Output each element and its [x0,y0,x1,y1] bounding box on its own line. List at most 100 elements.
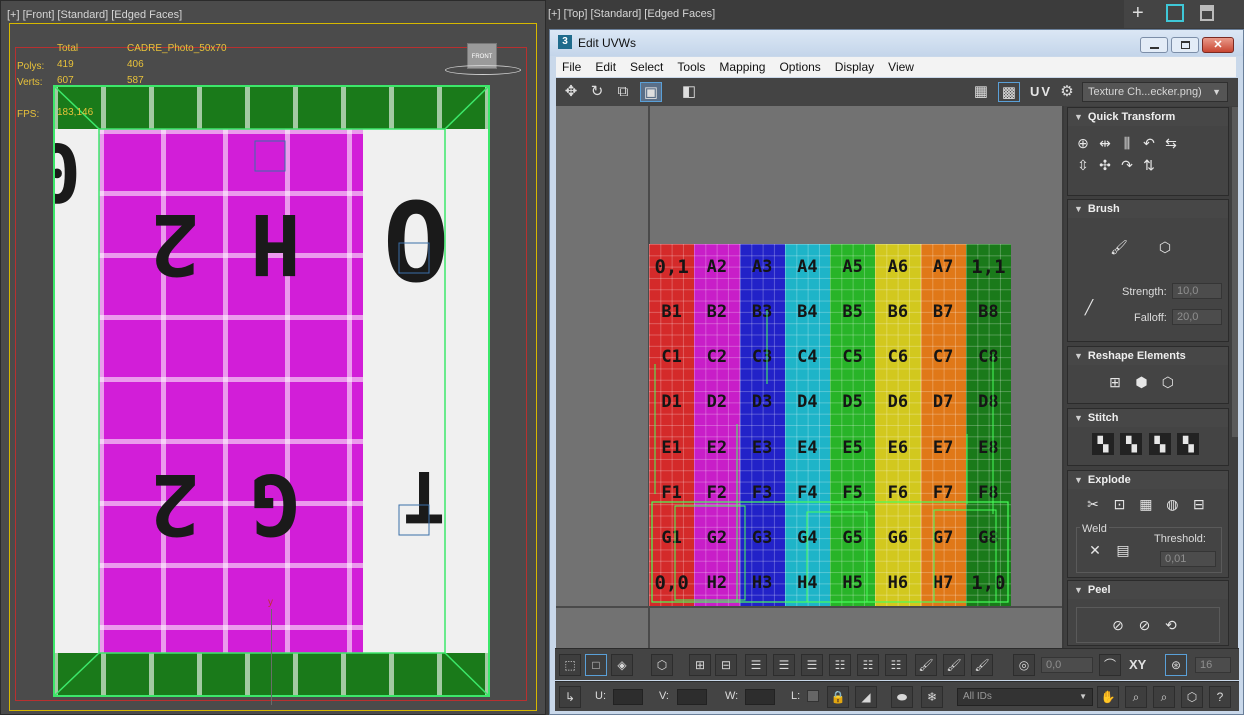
viewport-top-title[interactable]: [+] [Top] [Standard] [Edged Faces] [548,8,715,20]
align-v-icon[interactable]: ⇳ [1072,154,1094,176]
menu-options[interactable]: Options [779,60,820,74]
scale-icon[interactable]: ⧉ [612,82,634,102]
v-field[interactable] [677,689,707,705]
select-face-icon[interactable]: ◈ [611,654,633,676]
zoom-icon[interactable]: ⌕ [1125,686,1147,708]
mirror-icon[interactable]: ◧ [678,82,700,102]
flatten-by-material-icon[interactable]: ◍ [1161,493,1183,515]
loop-shrink-icon[interactable]: ☰ [773,654,795,676]
break-icon[interactable]: ✂ [1082,493,1104,515]
paint-grow-icon[interactable]: 🖌 [943,654,965,676]
panel-peel-header[interactable]: ▼ Peel [1068,581,1228,599]
relax-brush-icon[interactable]: ⬡ [1154,236,1176,258]
l-checkbox[interactable] [807,690,819,702]
viewport-front-title[interactable]: [+] [Front] [Standard] [Edged Faces] [7,9,182,21]
panel-explode-header[interactable]: ▼ Explode [1068,471,1228,489]
peel-mode-icon[interactable]: ⊘ [1133,614,1155,636]
lock-icon[interactable]: 🔒 [827,686,849,708]
flatten-icon[interactable]: ⬡ [1157,371,1179,393]
falloff-spinner[interactable]: 20,0 [1172,309,1222,325]
maximize-button[interactable] [1171,37,1199,53]
ring-icon[interactable]: ☷ [885,654,907,676]
absolute-offset-icon[interactable]: ↳ [559,686,581,708]
zoom-extents-icon[interactable]: ⬡ [1181,686,1203,708]
quick-peel-icon[interactable]: ⊘ [1107,614,1129,636]
stitch-target-icon[interactable]: ▚ [1177,433,1200,455]
hide-icon[interactable]: ◢ [855,686,877,708]
plus-icon[interactable]: + [1132,2,1144,25]
soft-selection-icon[interactable]: ◎ [1013,654,1035,676]
ring-grow-icon[interactable]: ☷ [829,654,851,676]
menu-file[interactable]: File [562,60,581,74]
viewport-front[interactable]: [+] [Front] [Standard] [Edged Faces] 0H … [0,0,546,715]
filter-icon[interactable]: ❄ [921,686,943,708]
stitch-source-icon[interactable]: ▚ [1120,433,1143,455]
weld-target-icon[interactable]: ▤ [1112,539,1134,561]
panel-reshape-header[interactable]: ▼ Reshape Elements [1068,347,1228,365]
menu-select[interactable]: Select [630,60,663,74]
align-h-icon[interactable]: ⇹ [1094,132,1116,154]
paint-select-icon[interactable]: 🖌 [915,654,937,676]
panel-quick-transform-header[interactable]: ▼ Quick Transform [1068,108,1228,126]
threshold-spinner[interactable]: 0,01 [1160,551,1216,567]
space-v-icon[interactable]: ⇅ [1138,154,1160,176]
strength-spinner[interactable]: 10,0 [1172,283,1222,299]
pan-icon[interactable]: ✋ [1097,686,1119,708]
panel-brush-header[interactable]: ▼ Brush [1068,200,1228,218]
stitch-custom-icon[interactable]: ▚ [1092,433,1114,455]
rollout-scrollbar[interactable] [1232,107,1238,437]
edge-distance-icon[interactable]: ⊛ [1165,654,1187,676]
select-edge-icon[interactable]: □ [585,654,607,676]
paint-shrink-icon[interactable]: 🖌 [971,654,993,676]
weld-selected-icon[interactable]: ✕ [1084,539,1106,561]
help-icon[interactable]: ? [1209,686,1231,708]
straighten-icon[interactable]: ⊞ [1104,371,1126,393]
close-button[interactable]: ✕ [1202,37,1234,53]
loop-grow-icon[interactable]: ☰ [745,654,767,676]
ring-shrink-icon[interactable]: ☷ [857,654,879,676]
uv-label[interactable]: UV [1030,84,1052,99]
space-h-icon[interactable]: ⇆ [1160,132,1182,154]
center-pivot-icon[interactable]: ⊕ [1072,132,1094,154]
relax-icon[interactable]: ⬢ [1130,371,1152,393]
align-columns-icon[interactable]: ⫼ [1116,132,1138,154]
menu-tools[interactable]: Tools [677,60,705,74]
edge-distance-spinner[interactable]: 16 [1195,657,1231,673]
uv-editor-canvas[interactable]: 0,1 A2 A3 A4 A5 A6 A7 1,1 B1 B2 B3 B4 B5 B6 B7 B8 C1 C2 C3… [556,106,1064,648]
freeform-icon[interactable]: ▣ [640,82,662,102]
select-element-icon[interactable]: ⬡ [651,654,673,676]
texture-dropdown[interactable]: Texture Ch...ecker.png) ▼ [1082,82,1228,102]
checker-toggle-icon[interactable]: ▦ [970,82,992,102]
grow-icon[interactable]: ⊞ [689,654,711,676]
minimize-button[interactable] [1140,37,1168,53]
ids-dropdown[interactable]: All IDs ▼ [957,688,1093,706]
paint-brush-icon[interactable]: 🖌 [1108,236,1130,258]
menu-edit[interactable]: Edit [595,60,616,74]
xy-label[interactable]: XY [1129,657,1146,672]
menu-view[interactable]: View [888,60,914,74]
brush-size-icon[interactable]: ╱ [1078,296,1100,318]
brush-icon[interactable] [1200,5,1214,21]
flatten-by-polygon-icon[interactable]: ⊡ [1108,493,1130,515]
select-vertex-icon[interactable]: ⬚ [559,654,581,676]
menu-mapping[interactable]: Mapping [719,60,765,74]
rotate-ccw-icon[interactable]: ↶ [1138,132,1160,154]
reset-peel-icon[interactable]: ⟲ [1160,614,1182,636]
viewcube-ring[interactable] [445,65,521,75]
zoom-region-icon[interactable]: ⌕ [1153,686,1175,708]
maximize-icon[interactable] [1166,4,1184,22]
falloff-distance-spinner[interactable]: 0,0 [1041,657,1093,673]
rotate-cw-icon[interactable]: ↷ [1116,154,1138,176]
distribute-icon[interactable]: ✣ [1094,154,1116,176]
flatten-by-smoothing-icon[interactable]: ▦ [1135,493,1157,515]
u-field[interactable] [613,689,643,705]
freeze-icon[interactable]: ⬬ [891,686,913,708]
window-titlebar[interactable]: 3 Edit UVWs ✕ [550,30,1243,56]
show-map-icon[interactable]: ▩ [998,82,1020,102]
rotate-icon[interactable]: ↻ [586,82,608,102]
shrink-icon[interactable]: ⊟ [715,654,737,676]
flatten-by-uv-icon[interactable]: ⊟ [1188,493,1210,515]
w-field[interactable] [745,689,775,705]
stitch-average-icon[interactable]: ▚ [1148,433,1171,455]
panel-stitch-header[interactable]: ▼ Stitch [1068,409,1228,427]
